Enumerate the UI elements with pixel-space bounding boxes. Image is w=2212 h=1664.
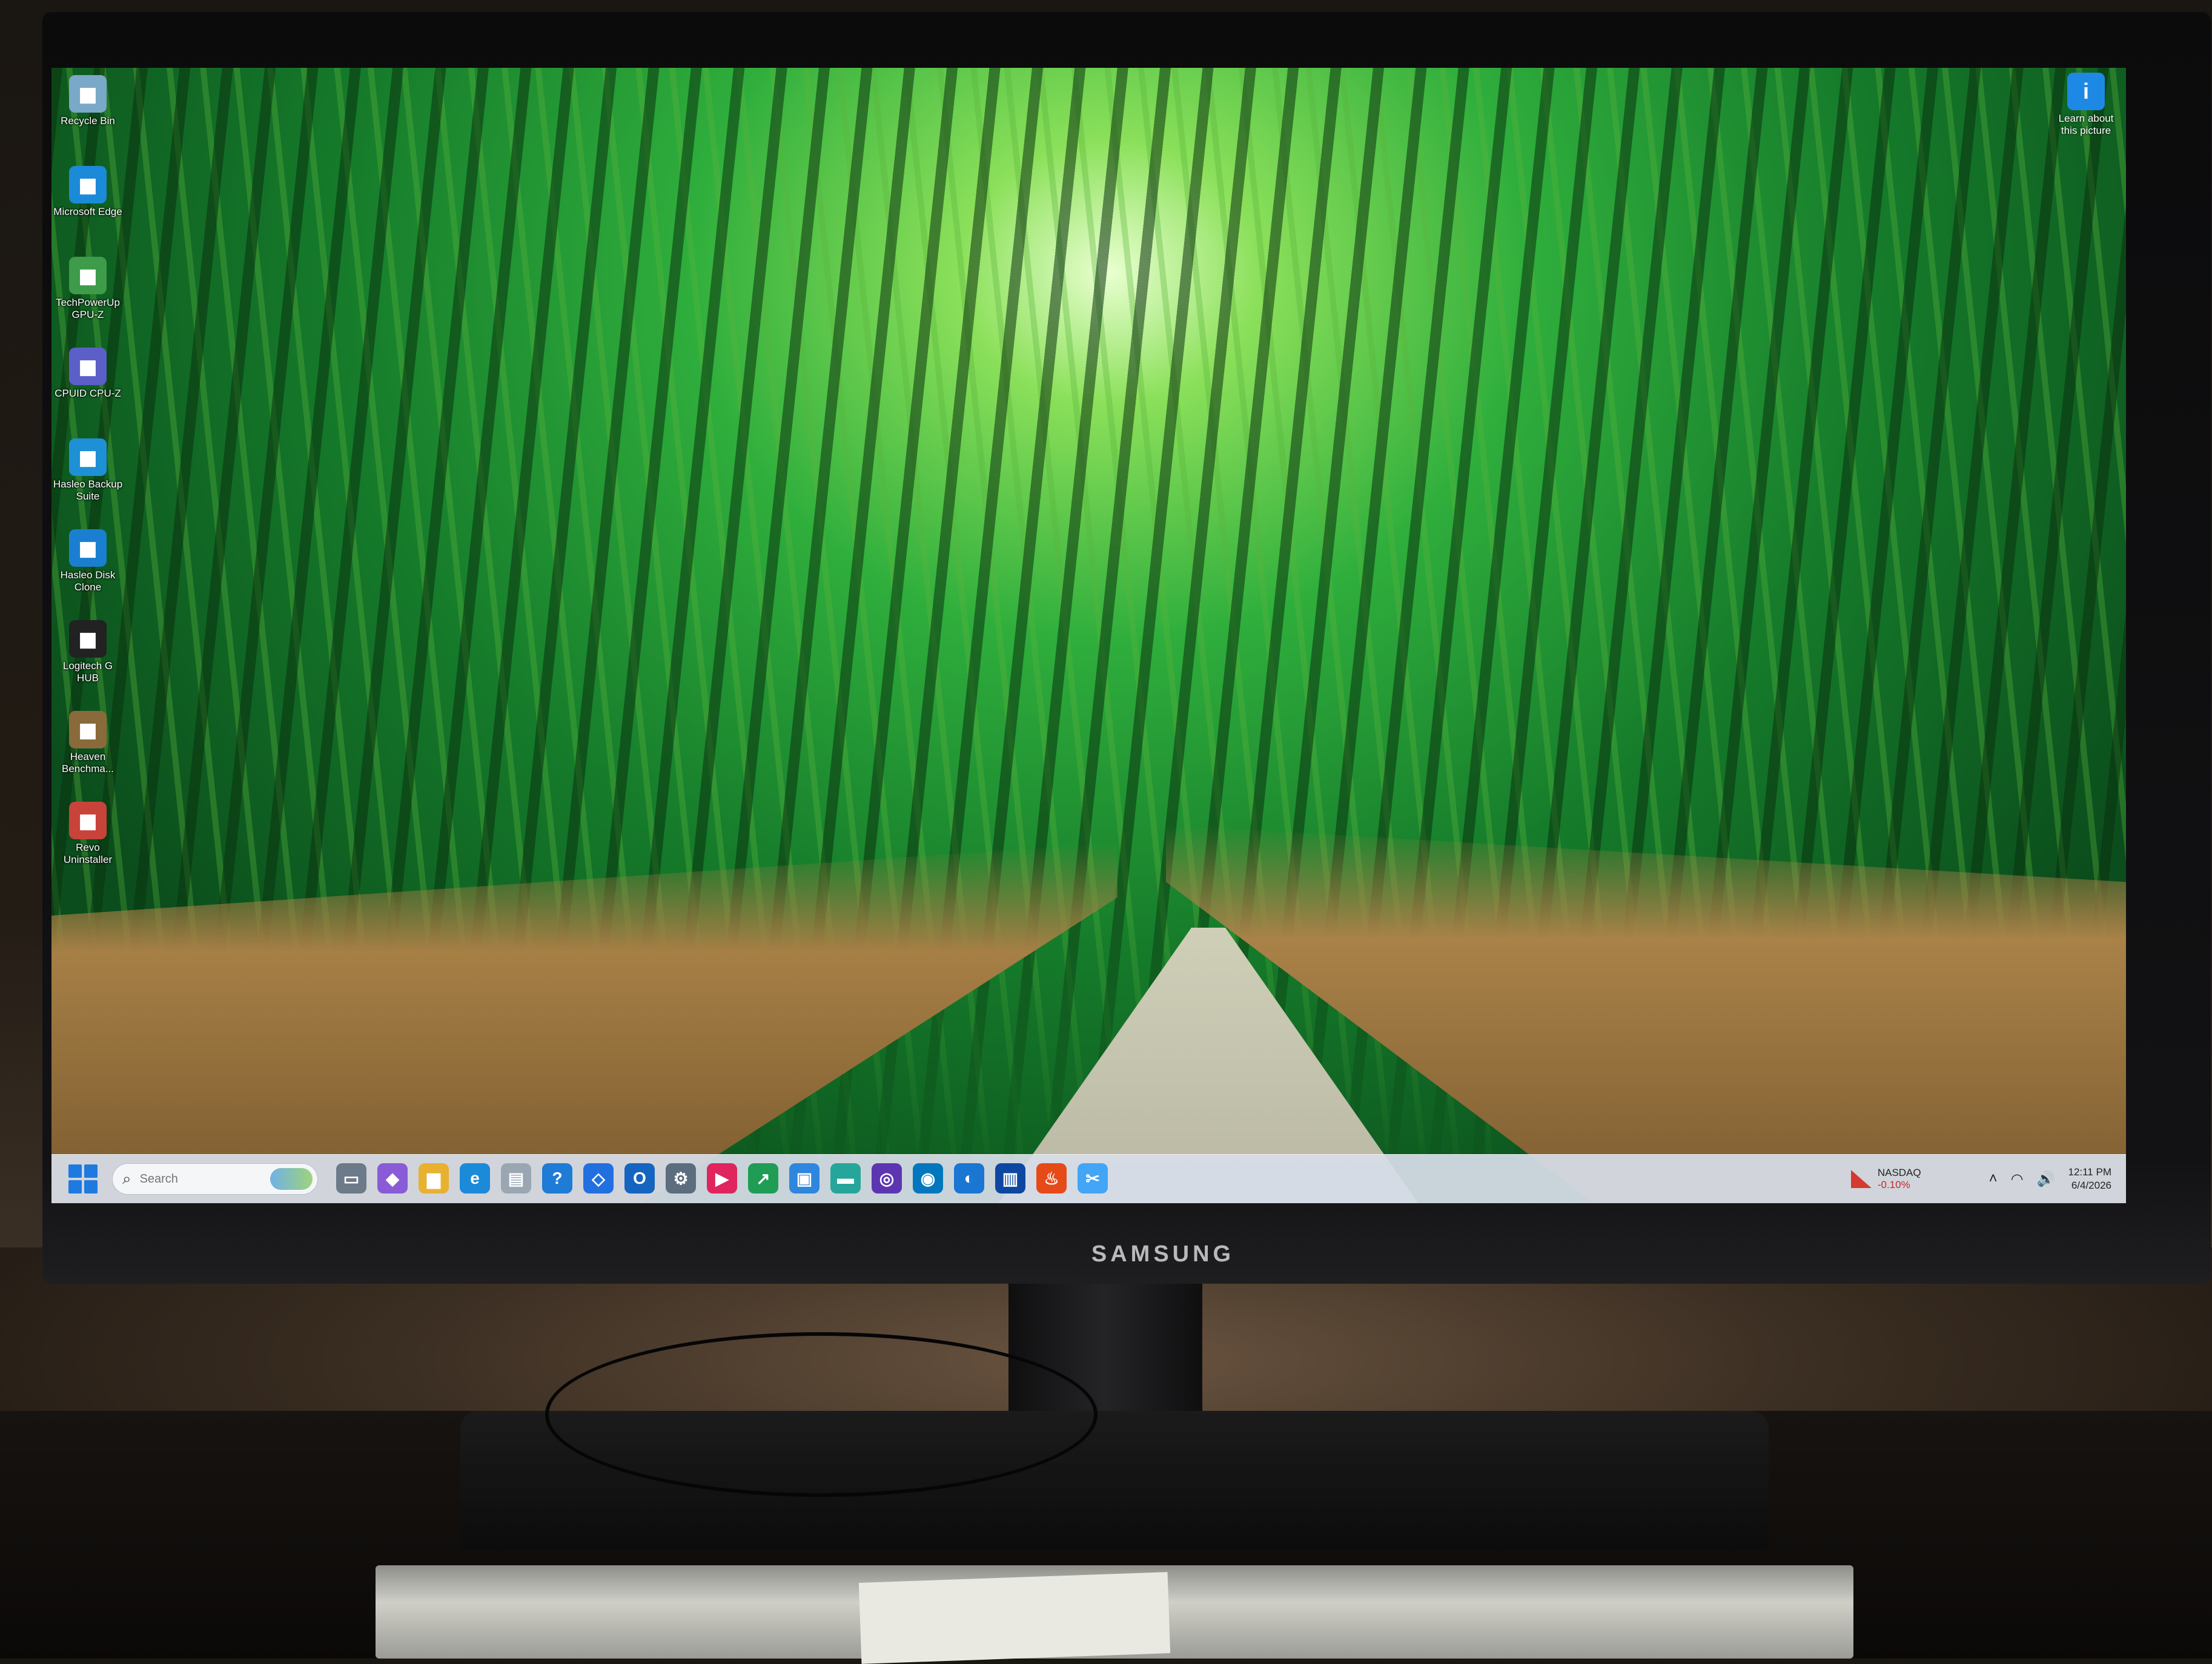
desktop-shortcut-label: Recycle Bin [61, 115, 115, 127]
windows-logo-icon [68, 1164, 82, 1178]
desktop-shortcut[interactable]: ◼ TechPowerUp GPU-Z [51, 257, 124, 321]
chevron-up-icon[interactable]: ˄ [1989, 1170, 1998, 1187]
desktop-shortcut-label: CPUID CPU-Z [55, 388, 121, 399]
notepad-icon[interactable]: ▤ [501, 1163, 531, 1194]
desktop-shortcut-label: TechPowerUp GPU-Z [56, 297, 120, 320]
learn-about-picture-shortcut[interactable]: i Learn about this picture [2050, 73, 2122, 137]
clock[interactable]: 12:11 PM 6/4/2026 [2068, 1166, 2111, 1192]
media-player-icon[interactable]: ▶ [707, 1163, 737, 1194]
monitor-brand-logo: SAMSUNG [1091, 1241, 1235, 1267]
desktop-shortcut[interactable]: ◼ CPUID CPU-Z [51, 348, 124, 400]
desktop-shortcut-label: Revo Uninstaller [63, 842, 113, 865]
desktop-shortcut[interactable]: ◼ Revo Uninstaller [51, 802, 124, 866]
bar-chart-app-icon[interactable]: ▥ [995, 1163, 1025, 1194]
logitech-ghub-icon: ◼ [69, 620, 107, 658]
snipping-tool-icon[interactable]: ✂ [1078, 1163, 1108, 1194]
heaven-benchmark-icon: ◼ [69, 711, 107, 748]
recycle-bin-icon: ◼ [69, 75, 107, 113]
backup-icon[interactable]: ◐ [954, 1163, 984, 1194]
stock-widget[interactable]: NASDAQ -0.10% [1850, 1167, 1921, 1191]
task-view-icon[interactable]: ▭ [336, 1163, 366, 1194]
stocks-app-icon[interactable]: ↗ [748, 1163, 778, 1194]
hardware-monitor-icon[interactable]: ◎ [872, 1163, 902, 1194]
monitor-bezel: SAMSUNG ◼ Recycle Bin ◼ Microsoft Edge ◼ Tech… [42, 12, 2211, 1284]
disk-utility-icon[interactable]: ◉ [913, 1163, 943, 1194]
edge-icon[interactable]: e [460, 1163, 490, 1194]
learn-about-picture-label: Learn about this picture [2058, 113, 2114, 136]
desktop-shortcut-label: Heaven Benchma... [62, 751, 114, 774]
outlook-icon[interactable]: O [624, 1163, 655, 1194]
search-icon: ⌕ [122, 1169, 131, 1187]
edge-icon: ◼ [69, 166, 107, 203]
desktop-screen: ◼ Recycle Bin ◼ Microsoft Edge ◼ TechPowerUp … [51, 68, 2126, 1203]
terminal-icon[interactable]: ▬ [830, 1163, 861, 1194]
stock-down-icon [1850, 1170, 1872, 1188]
clock-date: 6/4/2026 [2071, 1180, 2111, 1191]
taskbar-search-box[interactable]: ⌕ [112, 1163, 318, 1195]
photos-icon[interactable]: ▣ [789, 1163, 820, 1194]
desktop-shortcut[interactable]: ◼ Logitech G HUB [51, 620, 124, 684]
search-highlight-icon [270, 1168, 313, 1190]
taskbar-pinned-apps: ▭ ◆ ▆ e ▤? ◇ O ⚙ ▶ ↗ ▣ ▬ ◎ ◉ ◐ ▥ ♨ ✂ [336, 1163, 1108, 1195]
settings-icon[interactable]: ⚙ [666, 1163, 696, 1194]
search-input[interactable] [138, 1171, 262, 1187]
desktop-shortcut[interactable]: ◼ Hasleo Disk Clone [51, 529, 124, 593]
copilot-icon[interactable]: ◆ [377, 1163, 408, 1194]
desktop-shortcut[interactable]: ◼ Heaven Benchma... [51, 711, 124, 775]
file-explorer-icon[interactable]: ▆ [419, 1163, 449, 1194]
hasleo-backup-icon: ◼ [69, 438, 107, 476]
hasleo-disk-clone-icon: ◼ [69, 529, 107, 567]
taskbar: ⌕ ▭ ◆ ▆ e ▤? ◇ O ⚙ ▶ ↗ ▣ ▬ ◎ ◉ ◐ ▥ ♨ ✂ NASDAQ -0.10% ˄ ◠ … [51, 1154, 2126, 1203]
wifi-icon[interactable]: ◠ [2011, 1170, 2024, 1188]
sticky-note [858, 1572, 1171, 1664]
desktop-shortcut-label: Logitech G HUB [62, 660, 113, 684]
desktop-shortcut[interactable]: ◼ Microsoft Edge [51, 166, 124, 218]
dropbox-icon[interactable]: ◇ [583, 1163, 614, 1194]
fire-app-icon[interactable]: ♨ [1036, 1163, 1067, 1194]
gpu-z-icon: ◼ [69, 257, 107, 294]
desktop-shortcut[interactable]: ◼ Hasleo Backup Suite [51, 438, 124, 503]
stock-name: NASDAQ [1877, 1167, 1921, 1178]
revo-uninstaller-icon: ◼ [69, 802, 107, 839]
volume-icon[interactable]: 🔊 [2037, 1170, 2055, 1188]
learn-about-picture-icon: i [2067, 73, 2105, 110]
cable [545, 1332, 1098, 1497]
desktop-shortcut-label: Hasleo Backup Suite [53, 478, 123, 502]
system-tray: NASDAQ -0.10% ˄ ◠ 🔊 12:11 PM 6/4/2026 [1850, 1160, 2111, 1198]
stock-change: -0.10% [1877, 1179, 1910, 1190]
help-icon[interactable]: ? [542, 1163, 572, 1194]
desktop-shortcut[interactable]: ◼ Recycle Bin [51, 75, 124, 127]
start-button[interactable] [68, 1164, 98, 1194]
cpu-z-icon: ◼ [69, 348, 107, 385]
desktop-shortcut-label: Microsoft Edge [53, 206, 122, 217]
clock-time: 12:11 PM [2068, 1166, 2111, 1178]
desktop-shortcut-label: Hasleo Disk Clone [60, 569, 116, 593]
